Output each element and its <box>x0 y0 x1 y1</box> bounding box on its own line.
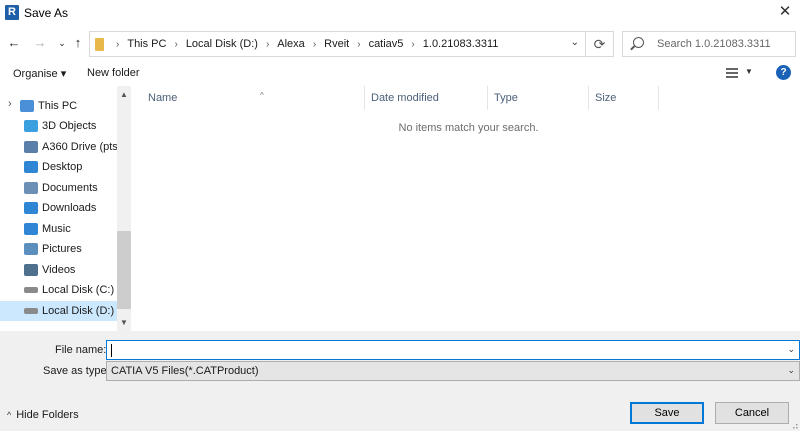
save-button[interactable]: Save <box>630 402 704 424</box>
sidebar-item[interactable]: Documents <box>0 178 117 198</box>
sidebar-item[interactable]: Videos <box>0 260 117 280</box>
scroll-up-icon[interactable]: ▲ <box>117 88 131 102</box>
sidebar-scroll-thumb[interactable] <box>117 231 131 309</box>
cloud-drive-icon <box>24 141 38 153</box>
sidebar-item-label: Desktop <box>42 161 83 173</box>
window-title: Save As <box>24 6 69 20</box>
cancel-button[interactable]: Cancel <box>715 402 789 424</box>
title-bar: R Save As ✕ <box>0 0 800 26</box>
column-header-name[interactable]: Name ^ <box>142 86 365 110</box>
save-as-type-label: Save as type: <box>43 365 110 377</box>
scroll-down-icon[interactable]: ▼ <box>117 316 131 330</box>
drive-icon <box>24 287 38 293</box>
save-as-type-select[interactable]: CATIA V5 Files(*.CATProduct) ⌄ <box>106 361 800 381</box>
sidebar-item-label: A360 Drive (pts.u <box>42 141 117 153</box>
sidebar-item[interactable]: A360 Drive (pts.u <box>0 137 117 157</box>
view-options-icon[interactable] <box>726 68 738 78</box>
navigation-pane: › This PC 3D Objects A360 Drive (pts.u Deskt… <box>0 86 131 331</box>
sidebar-item-label: This PC <box>38 100 78 112</box>
sidebar-item[interactable]: Desktop <box>0 157 117 177</box>
breadcrumb-item[interactable]: Alexa <box>277 38 305 50</box>
breadcrumb-item[interactable]: Rveit <box>324 38 349 50</box>
computer-icon <box>20 100 34 112</box>
chevron-right-icon[interactable]: › <box>357 39 360 50</box>
drive-icon <box>24 308 38 314</box>
chevron-down-icon: ⌄ <box>787 365 795 375</box>
chevron-right-icon[interactable]: › <box>116 39 119 50</box>
column-header-type[interactable]: Type <box>488 86 589 110</box>
sidebar-item[interactable]: Music <box>0 219 117 239</box>
expand-chevron-icon[interactable]: › <box>8 98 12 110</box>
revit-app-icon: R <box>5 5 19 20</box>
empty-list-message: No items match your search. <box>398 122 539 134</box>
file-name-input[interactable] <box>111 342 781 358</box>
chevron-down-icon: ⌄ <box>58 38 66 48</box>
sidebar-item-label: Local Disk (D:) <box>42 305 115 317</box>
desktop-icon <box>24 161 38 173</box>
breadcrumb: › This PC › Local Disk (D:) › Alexa › Rveit › cat… <box>108 32 498 56</box>
save-as-type-value: CATIA V5 Files(*.CATProduct) <box>111 365 259 377</box>
column-header-size[interactable]: Size <box>589 86 659 110</box>
chevron-right-icon[interactable]: › <box>266 39 269 50</box>
file-list: Name ^ Date modified Type Size No items … <box>131 86 800 331</box>
back-button[interactable]: ← <box>5 34 23 52</box>
refresh-icon: ⟳ <box>593 36 606 52</box>
sidebar-item-label: Downloads <box>42 202 97 214</box>
download-icon <box>24 202 38 214</box>
chevron-down-icon[interactable]: ⌄ <box>571 37 579 48</box>
breadcrumb-item[interactable]: 1.0.21083.3311 <box>423 38 499 50</box>
breadcrumb-item[interactable]: catiav5 <box>369 38 404 50</box>
sidebar-item[interactable]: Local Disk (D:) <box>0 301 117 321</box>
sidebar-item[interactable]: Pictures <box>0 239 117 259</box>
file-name-field[interactable]: ⌄ <box>106 340 800 360</box>
hide-folders-button[interactable]: ^ Hide Folders <box>7 409 79 421</box>
arrow-left-icon: ← <box>7 35 21 50</box>
column-header-date-modified[interactable]: Date modified <box>365 86 488 110</box>
arrow-up-icon: ↑ <box>74 35 82 50</box>
view-dropdown-arrow-icon[interactable]: ▼ <box>745 67 753 76</box>
sidebar-item[interactable]: › This PC <box>0 96 117 116</box>
cube-icon <box>24 120 38 132</box>
breadcrumb-item[interactable]: Local Disk (D:) <box>186 38 258 50</box>
search-icon <box>633 37 644 48</box>
up-button[interactable]: ↑ <box>69 34 87 52</box>
search-input[interactable] <box>657 35 791 53</box>
organise-button[interactable]: Organise ▾ <box>13 67 66 80</box>
new-folder-button[interactable]: New folder <box>87 67 140 79</box>
sort-ascending-icon: ^ <box>260 91 264 100</box>
arrow-right-icon: → <box>33 35 47 50</box>
sidebar-item[interactable]: Downloads <box>0 198 117 218</box>
sidebar-item-label: Documents <box>42 182 98 194</box>
sidebar-item-label: Local Disk (C:) <box>42 284 115 296</box>
save-form: File name: ⌄ Save as type: CATIA V5 File… <box>0 331 800 431</box>
videos-icon <box>24 264 38 276</box>
chevron-right-icon[interactable]: › <box>174 39 177 50</box>
sidebar-item-label: Pictures <box>42 243 82 255</box>
music-icon <box>24 223 38 235</box>
documents-icon <box>24 182 38 194</box>
resize-grip-icon[interactable] <box>790 421 798 429</box>
search-box[interactable] <box>622 31 796 57</box>
breadcrumb-item[interactable]: This PC <box>127 38 166 50</box>
toolbar: Organise ▾ New folder ▼ <box>0 60 800 86</box>
file-name-label: File name: <box>55 344 107 356</box>
sidebar-item[interactable]: Local Disk (C:) <box>0 280 117 300</box>
pictures-icon <box>24 243 38 255</box>
sidebar-item[interactable]: 3D Objects <box>0 116 117 136</box>
help-button[interactable]: ? <box>776 65 791 80</box>
chevron-right-icon[interactable]: › <box>411 39 414 50</box>
chevron-right-icon[interactable]: › <box>313 39 316 50</box>
chevron-down-icon[interactable]: ⌄ <box>787 344 795 355</box>
chevron-up-icon: ^ <box>7 410 12 420</box>
sidebar-item-label: Music <box>42 223 71 235</box>
refresh-button[interactable]: ⟳ <box>586 31 614 57</box>
folder-icon <box>95 38 104 51</box>
close-button[interactable]: ✕ <box>770 0 800 26</box>
forward-button[interactable]: → <box>31 34 49 52</box>
sidebar-item-label: 3D Objects <box>42 120 97 132</box>
navigation-row: ← → ⌄ ↑ › This PC › Local Disk (D:) › Alexa › R… <box>0 26 800 60</box>
sidebar-item-label: Videos <box>42 264 76 276</box>
address-bar[interactable]: › This PC › Local Disk (D:) › Alexa › Rveit › cat… <box>89 31 586 57</box>
